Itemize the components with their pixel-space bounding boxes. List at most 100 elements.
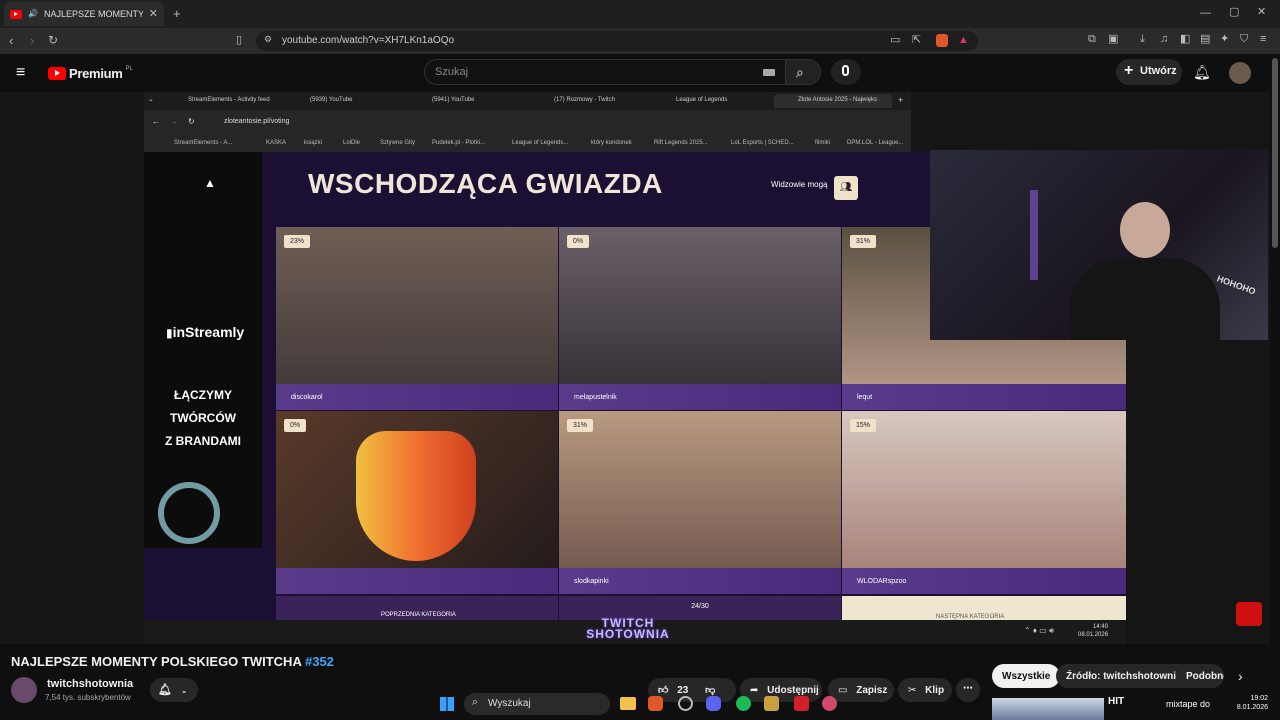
subscribed-bell-button[interactable]: 🔔︎ ⌄ — [150, 678, 198, 702]
candidate-name: WLODARspzoo — [842, 568, 1126, 594]
viewers-label: Widzowie mogą — [771, 180, 828, 189]
menu-icon[interactable]: ≡ — [1260, 34, 1266, 45]
inner-tab: League of Legends — [676, 97, 728, 103]
channel-avatar[interactable] — [11, 677, 37, 703]
brave-taskbar-icon[interactable] — [648, 696, 663, 711]
keyboard-icon[interactable] — [763, 69, 775, 76]
brave-shield-icon[interactable] — [936, 34, 948, 47]
candidate-name: slodkapinki — [559, 568, 841, 594]
search-button[interactable]: ⌕ — [785, 59, 821, 85]
riot-taskbar-icon[interactable] — [794, 696, 809, 711]
os-taskbar: ⌕ Wyszukaj — [430, 688, 850, 720]
heading-wrap: WSCHODZĄCA GWIAZDA — [276, 150, 836, 220]
tagline-line: TWÓRCÓW — [170, 411, 236, 425]
inner-tab-active: Złote Antosie 2025 - Najwięks — [774, 94, 892, 108]
screenshot-icon[interactable]: ▣ — [1108, 34, 1118, 45]
create-button[interactable]: + Utwórz — [1116, 59, 1182, 85]
spotify-taskbar-icon[interactable] — [736, 696, 751, 711]
reload-icon[interactable]: ↻ — [48, 34, 58, 46]
obs-taskbar-icon[interactable] — [678, 696, 693, 711]
inner-clock: 14:40 08.01.2026 — [1078, 623, 1108, 639]
speaker-icon: 🔊 — [28, 9, 38, 18]
youtube-logo[interactable]: Premium PL — [48, 66, 133, 81]
channel-name[interactable]: twitchshotownia — [47, 678, 133, 690]
vpn-icon[interactable]: ⛉ — [1240, 34, 1248, 45]
os-time: 19:02 — [1250, 695, 1268, 702]
channel-watermark: TWITCH SHOTOWNIA — [586, 616, 670, 641]
chip-all[interactable]: Wszystkie — [992, 664, 1061, 688]
save-label: Zapisz — [856, 685, 888, 696]
leo-ai-icon[interactable]: ✦ — [1220, 34, 1229, 45]
chip-source[interactable]: Źródło: twitchshotownia — [1056, 664, 1192, 688]
logo-text: Premium — [69, 66, 123, 81]
share-page-icon[interactable]: ⇱ — [912, 35, 921, 46]
tagline-line: Z BRANDAMI — [165, 434, 241, 448]
file-explorer-icon[interactable] — [620, 697, 636, 710]
discord-taskbar-icon[interactable] — [706, 696, 721, 711]
app-taskbar-icon[interactable] — [822, 696, 837, 711]
candidate-name: discokarol — [276, 384, 558, 410]
vote-percent: 31% — [567, 419, 594, 432]
search-input[interactable]: Szukaj — [424, 59, 786, 85]
browser-tabstrip: 🔊 NAJLEPSZE MOMENTY POLSKIEGO ✕ + — ▢ ✕ — [0, 0, 1280, 28]
video-title-hashtag[interactable]: #352 — [305, 654, 334, 669]
candidate-card: 15% ⌕ WLODARspzoo — [842, 411, 1126, 594]
bookmark: książki — [304, 140, 323, 146]
avatar[interactable] — [1229, 62, 1251, 84]
inner-tab: (5941) YouTube — [432, 97, 475, 103]
streamer-body-graphic — [1070, 258, 1220, 340]
extensions-icon[interactable]: ⧉ — [1088, 34, 1096, 45]
news-widget-thumbnail[interactable] — [992, 698, 1104, 720]
url-field[interactable]: ⚙ youtube.com/watch?v=XH7LKn1aOQo ▭ ⇱ ▲ — [256, 31, 978, 51]
more-actions-button[interactable]: ⋯ — [956, 678, 980, 702]
create-label: Utwórz — [1140, 65, 1177, 77]
page-scrollbar[interactable] — [1272, 58, 1278, 248]
bookmark-icon[interactable]: ▯ — [236, 35, 242, 46]
url-text: youtube.com/watch?v=XH7LKn1aOQo — [282, 35, 455, 46]
bookmark: KASKA — [266, 140, 287, 146]
sidebar-icon[interactable]: ◧ — [1180, 34, 1190, 45]
new-tab-icon[interactable]: + — [173, 7, 181, 20]
media-icon[interactable]: ♫ — [1160, 34, 1168, 45]
news-widget-text[interactable]: mixtape do — [1166, 699, 1210, 709]
os-clock[interactable]: 19:02 8.01.2026 — [1228, 694, 1268, 712]
brave-rewards-icon[interactable]: ▲ — [958, 34, 969, 46]
bookmark: StreamElements - A... — [174, 140, 233, 146]
candidate-card: 0% ⌕ melapustelnik — [559, 227, 841, 410]
voice-search-button[interactable] — [831, 59, 861, 85]
downloads-icon[interactable]: ⤓ — [1140, 34, 1145, 45]
inner-tab: (17) Rozmowy - Twitch — [554, 97, 615, 103]
back-icon[interactable]: ‹ — [9, 34, 13, 47]
cast-icon[interactable]: ▭ — [890, 35, 900, 46]
windows-start-icon[interactable] — [440, 697, 454, 711]
hamburger-menu-icon[interactable]: ≡ — [16, 64, 25, 82]
taskbar-search[interactable]: ⌕ Wyszukaj — [464, 693, 610, 715]
chips-next-icon[interactable]: › — [1238, 668, 1243, 684]
close-window-icon[interactable]: ✕ — [1257, 7, 1266, 18]
browser-tab-active[interactable]: 🔊 NAJLEPSZE MOMENTY POLSKIEGO ✕ — [4, 2, 164, 26]
webcam-overlay: HOHOHO — [930, 150, 1268, 340]
minimize-icon[interactable]: — — [1200, 8, 1211, 19]
clip-button[interactable]: ✂ Klip — [898, 678, 952, 702]
video-title: NAJLEPSZE MOMENTY POLSKIEGO TWITCHA #352 — [11, 654, 334, 669]
mascot-graphic — [356, 431, 476, 561]
chip-related[interactable]: Podobne — [1176, 664, 1224, 688]
channel-branding-icon[interactable] — [1236, 602, 1262, 626]
inner-back-icon: ← — [152, 117, 160, 126]
league-taskbar-icon[interactable] — [764, 696, 779, 711]
bookmark: League of Legends... — [512, 140, 569, 146]
tagline-line: ŁĄCZYMY — [174, 388, 232, 402]
prev-category-label: POPRZEDNIA KATEGORIA — [381, 612, 456, 618]
close-tab-icon[interactable]: ✕ — [149, 8, 158, 20]
notifications-bell-icon[interactable]: 🔔︎ — [1193, 64, 1211, 81]
inner-date: 08.01.2026 — [1078, 632, 1109, 638]
forward-icon[interactable]: › — [30, 34, 34, 47]
wallet-icon[interactable]: ▤ — [1200, 34, 1210, 45]
youtube-play-icon — [48, 67, 66, 80]
video-player[interactable]: ⌄ StreamElements - Activity feed (5939) … — [0, 92, 1270, 644]
maximize-icon[interactable]: ▢ — [1229, 7, 1239, 18]
site-info-icon[interactable]: ⚙ — [264, 35, 272, 44]
chevron-down-icon: ⌄ — [180, 686, 188, 695]
inner-reload-icon: ↻ — [188, 117, 195, 126]
bookmark: LolDle — [343, 140, 361, 146]
